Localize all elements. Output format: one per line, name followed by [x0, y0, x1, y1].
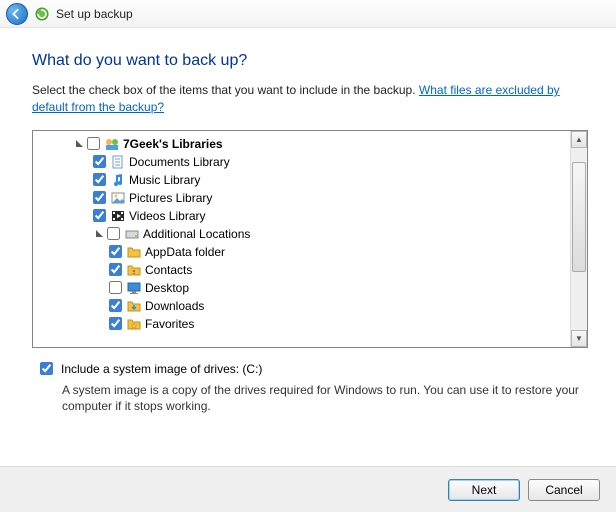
favorites-icon [126, 316, 142, 332]
tree-node[interactable]: AppData folder [33, 243, 570, 261]
folder-icon [126, 244, 142, 260]
page-heading: What do you want to back up? [32, 52, 588, 70]
checkbox[interactable] [107, 227, 120, 240]
checkbox-system-image[interactable] [40, 362, 53, 375]
pictures-icon [110, 190, 126, 206]
tree-label: Favorites [145, 317, 194, 331]
expander-icon[interactable] [73, 138, 85, 150]
footer: Next Cancel [0, 466, 616, 512]
contacts-icon [126, 262, 142, 278]
instruction-prefix: Select the check box of the items that y… [32, 83, 419, 97]
checkbox-root[interactable] [87, 137, 100, 150]
tree-node[interactable]: Favorites [33, 315, 570, 333]
scroll-thumb[interactable] [572, 162, 586, 272]
checkbox[interactable] [109, 299, 122, 312]
checkbox[interactable] [93, 173, 106, 186]
disk-icon [124, 226, 140, 242]
window-title: Set up backup [56, 7, 133, 21]
cancel-button[interactable]: Cancel [528, 479, 600, 501]
tree-node[interactable]: Downloads [33, 297, 570, 315]
tree-node[interactable]: Documents Library [33, 153, 570, 171]
videos-icon [110, 208, 126, 224]
document-icon [110, 154, 126, 170]
checkbox[interactable] [93, 209, 106, 222]
scroll-down-button[interactable]: ▼ [571, 330, 587, 347]
checkbox[interactable] [109, 245, 122, 258]
expander-icon[interactable] [93, 228, 105, 240]
tree-label: Music Library [129, 173, 200, 187]
instruction-text: Select the check box of the items that y… [32, 82, 588, 116]
tree-label: Videos Library [129, 209, 206, 223]
tree-node[interactable]: Contacts [33, 261, 570, 279]
tree-label: 7Geek's Libraries [123, 137, 223, 151]
backup-items-tree: 7Geek's Libraries Documents Library Musi… [32, 130, 588, 348]
downloads-icon [126, 298, 142, 314]
libraries-icon [104, 136, 120, 152]
tree-label: AppData folder [145, 245, 225, 259]
checkbox[interactable] [109, 263, 122, 276]
tree-label: Desktop [145, 281, 189, 295]
scroll-track[interactable] [571, 148, 587, 330]
tree-label: Pictures Library [129, 191, 212, 205]
tree-label: Downloads [145, 299, 204, 313]
music-icon [110, 172, 126, 188]
checkbox[interactable] [109, 281, 122, 294]
checkbox[interactable] [93, 155, 106, 168]
tree-node-root[interactable]: 7Geek's Libraries [33, 135, 570, 153]
desktop-icon [126, 280, 142, 296]
backup-icon [34, 6, 50, 22]
tree-node[interactable]: Pictures Library [33, 189, 570, 207]
next-button[interactable]: Next [448, 479, 520, 501]
checkbox[interactable] [109, 317, 122, 330]
tree-label: Additional Locations [143, 227, 250, 241]
checkbox[interactable] [93, 191, 106, 204]
tree-label: Contacts [145, 263, 192, 277]
scrollbar[interactable]: ▲ ▼ [570, 131, 587, 347]
tree-label: Documents Library [129, 155, 230, 169]
titlebar: Set up backup [0, 0, 616, 28]
tree-node[interactable]: Music Library [33, 171, 570, 189]
tree-node[interactable]: Desktop [33, 279, 570, 297]
back-button[interactable] [6, 3, 28, 25]
scroll-up-button[interactable]: ▲ [571, 131, 587, 148]
tree-node[interactable]: Videos Library [33, 207, 570, 225]
system-image-description: A system image is a copy of the drives r… [62, 382, 588, 416]
tree-node-additional[interactable]: Additional Locations [33, 225, 570, 243]
system-image-label: Include a system image of drives: (C:) [61, 362, 262, 376]
